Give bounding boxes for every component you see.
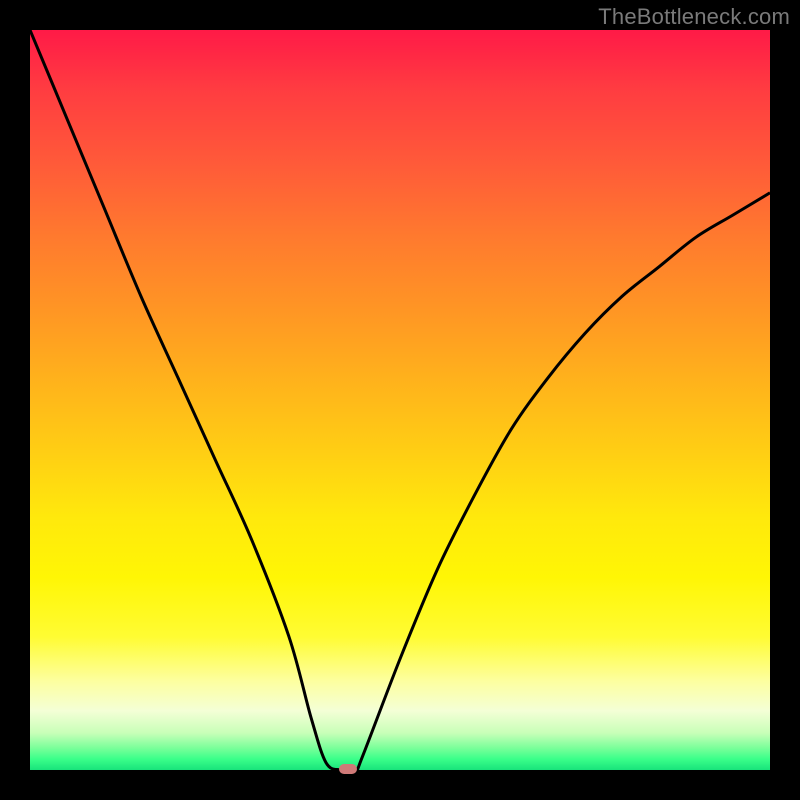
optimal-marker	[339, 764, 357, 774]
curve-svg	[30, 30, 770, 770]
chart-container: TheBottleneck.com	[0, 0, 800, 800]
plot-area	[30, 30, 770, 770]
bottleneck-curve-path	[30, 30, 770, 770]
watermark-text: TheBottleneck.com	[598, 4, 790, 30]
